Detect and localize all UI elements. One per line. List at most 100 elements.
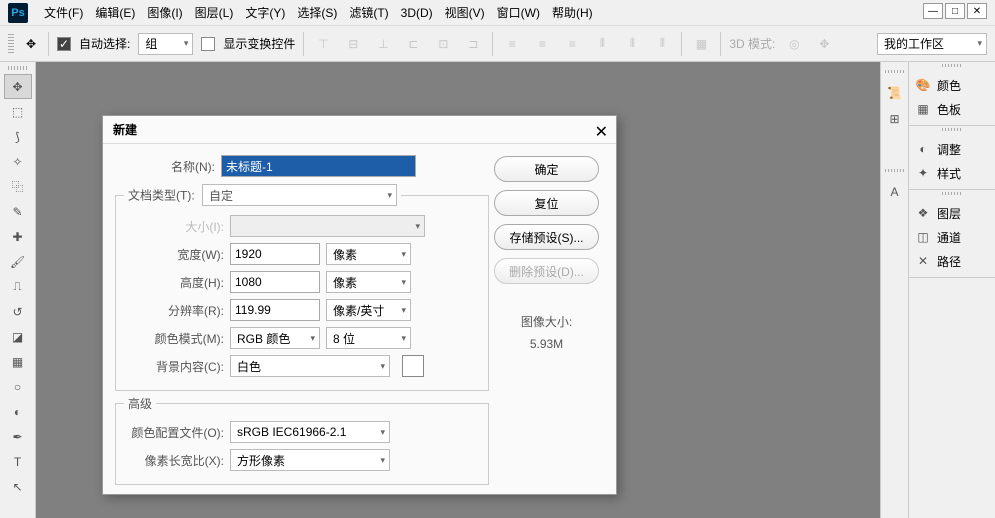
name-input[interactable]: 未标题-1 [221, 155, 416, 177]
styles-panel-tab[interactable]: ✦样式 [909, 161, 995, 185]
lasso-tool[interactable]: ⟆ [4, 124, 32, 149]
type-tool[interactable]: T [4, 449, 32, 474]
save-preset-button[interactable]: 存储预设(S)... [494, 224, 599, 250]
history-brush-tool[interactable]: ↺ [4, 299, 32, 324]
background-color-swatch[interactable] [402, 355, 424, 377]
preset-dropdown[interactable]: 自定 [202, 184, 397, 206]
gradient-tool[interactable]: ▦ [4, 349, 32, 374]
align-hcenter-icon[interactable]: ⊡ [432, 33, 454, 55]
move-tool[interactable]: ✥ [4, 74, 32, 99]
workspace-dropdown[interactable]: 我的工作区 [877, 33, 987, 55]
menu-3d[interactable]: 3D(D) [395, 6, 439, 20]
align-bottom-icon[interactable]: ⊥ [372, 33, 394, 55]
eyedropper-tool[interactable]: ✎ [4, 199, 32, 224]
menu-edit[interactable]: 编辑(E) [89, 4, 141, 21]
distribute-right-icon[interactable]: ⦀ [651, 33, 673, 55]
aspect-dropdown[interactable]: 方形像素 [230, 449, 390, 471]
menu-help[interactable]: 帮助(H) [546, 4, 599, 21]
width-unit-dropdown[interactable]: 像素 [326, 243, 411, 265]
panel-grip[interactable] [942, 64, 962, 67]
marquee-tool[interactable]: ⬚ [4, 99, 32, 124]
history-panel-icon[interactable]: 📜 [887, 85, 903, 101]
menu-select[interactable]: 选择(S) [291, 4, 343, 21]
height-input[interactable]: 1080 [230, 271, 320, 293]
width-input[interactable]: 1920 [230, 243, 320, 265]
height-unit-dropdown[interactable]: 像素 [326, 271, 411, 293]
grip-icon[interactable] [8, 34, 14, 54]
align-top-icon[interactable]: ⊤ [312, 33, 334, 55]
distribute-hcenter-icon[interactable]: ⦀ [621, 33, 643, 55]
profile-dropdown[interactable]: sRGB IEC61966-2.1 [230, 421, 390, 443]
distribute-vcenter-icon[interactable]: ≡ [531, 33, 553, 55]
background-label: 背景内容(C): [124, 358, 224, 375]
menu-filter[interactable]: 滤镜(T) [343, 4, 394, 21]
preset-label: 文档类型(T): [128, 189, 195, 203]
orbit-3d-icon[interactable]: ◎ [783, 33, 805, 55]
menu-window[interactable]: 窗口(W) [491, 4, 546, 21]
character-panel-icon[interactable]: A [887, 184, 903, 200]
align-vcenter-icon[interactable]: ⊟ [342, 33, 364, 55]
toolbox-grip[interactable] [8, 66, 28, 70]
new-document-dialog: 新建 ✕ 名称(N): 未标题-1 文档类型(T): 自定 大小(I): 宽度(… [102, 115, 617, 495]
align-right-icon[interactable]: ⊐ [462, 33, 484, 55]
divider [492, 32, 493, 56]
distribute-bottom-icon[interactable]: ≡ [561, 33, 583, 55]
resolution-input[interactable]: 119.99 [230, 299, 320, 321]
minimize-button[interactable]: — [923, 3, 943, 19]
image-size-label: 图像大小: [521, 312, 572, 334]
dialog-close-button[interactable]: ✕ [595, 122, 608, 142]
show-transform-checkbox[interactable] [201, 37, 215, 51]
adjustments-panel-tab[interactable]: ◐调整 [909, 137, 995, 161]
panel-grip[interactable] [942, 192, 962, 195]
paths-panel-tab[interactable]: ✕路径 [909, 249, 995, 273]
layers-label: 图层 [937, 205, 961, 222]
color-mode-dropdown[interactable]: RGB 颜色 [230, 327, 320, 349]
swatches-icon: ▦ [915, 101, 931, 117]
auto-select-checkbox[interactable]: ✓ [57, 37, 71, 51]
stamp-tool[interactable]: ⎍ [4, 274, 32, 299]
auto-select-dropdown[interactable]: 组 [138, 33, 193, 55]
eraser-tool[interactable]: ◪ [4, 324, 32, 349]
swatches-panel-tab[interactable]: ▦ 色板 [909, 97, 995, 121]
cancel-button[interactable]: 复位 [494, 190, 599, 216]
healing-tool[interactable]: ✚ [4, 224, 32, 249]
maximize-button[interactable]: □ [945, 3, 965, 19]
menu-layer[interactable]: 图层(L) [189, 4, 240, 21]
crop-tool[interactable]: ⿻ [4, 174, 32, 199]
pan-3d-icon[interactable]: ✥ [813, 33, 835, 55]
resolution-label: 分辨率(R): [124, 302, 224, 319]
menu-view[interactable]: 视图(V) [439, 4, 491, 21]
layers-panel-tab[interactable]: ❖图层 [909, 201, 995, 225]
close-button[interactable]: ✕ [967, 3, 987, 19]
ok-button[interactable]: 确定 [494, 156, 599, 182]
magic-wand-tool[interactable]: ✧ [4, 149, 32, 174]
swatches-label: 色板 [937, 101, 961, 118]
panel-grip[interactable] [942, 128, 962, 131]
adjustments-label: 调整 [937, 141, 961, 158]
dodge-tool[interactable]: ◐ [4, 399, 32, 424]
preset-fieldset: 文档类型(T): 自定 大小(I): 宽度(W): 1920 像素 高度(H):… [115, 184, 489, 391]
resolution-unit-dropdown[interactable]: 像素/英寸 [326, 299, 411, 321]
path-select-tool[interactable]: ↖ [4, 474, 32, 499]
menu-file[interactable]: 文件(F) [38, 4, 89, 21]
show-transform-label: 显示变换控件 [223, 35, 295, 52]
menu-type[interactable]: 文字(Y) [239, 4, 291, 21]
distribute-top-icon[interactable]: ≡ [501, 33, 523, 55]
blur-tool[interactable]: ○ [4, 374, 32, 399]
menu-image[interactable]: 图像(I) [141, 4, 188, 21]
background-dropdown[interactable]: 白色 [230, 355, 390, 377]
pen-tool[interactable]: ✒ [4, 424, 32, 449]
profile-label: 颜色配置文件(O): [124, 424, 224, 441]
bit-depth-dropdown[interactable]: 8 位 [326, 327, 411, 349]
panel-grip[interactable] [885, 169, 905, 172]
panel-grip[interactable] [885, 70, 905, 73]
properties-panel-icon[interactable]: ⊞ [887, 111, 903, 127]
channels-panel-tab[interactable]: ◫通道 [909, 225, 995, 249]
align-left-icon[interactable]: ⊏ [402, 33, 424, 55]
brush-tool[interactable]: 🖌 [4, 249, 32, 274]
paths-label: 路径 [937, 253, 961, 270]
size-dropdown [230, 215, 425, 237]
auto-align-icon[interactable]: ▦ [690, 33, 712, 55]
distribute-left-icon[interactable]: ⦀ [591, 33, 613, 55]
color-panel-tab[interactable]: 🎨颜色 [909, 73, 995, 97]
